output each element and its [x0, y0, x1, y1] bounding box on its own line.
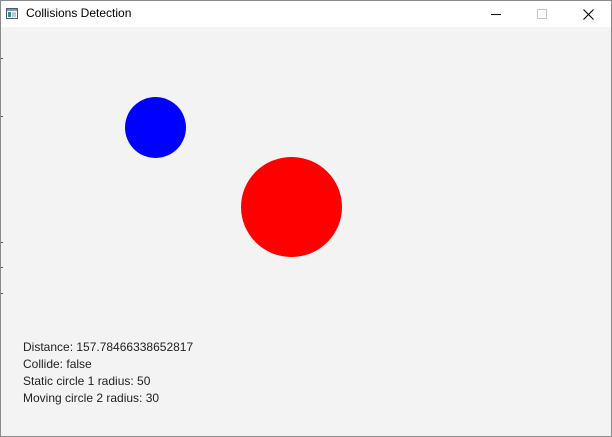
close-icon: [582, 8, 594, 20]
edge-tick: [1, 267, 3, 268]
app-window: Collisions Detection Distance: 157.78466…: [0, 0, 612, 437]
moving-circle[interactable]: [125, 97, 186, 158]
close-button[interactable]: [565, 1, 611, 27]
edge-tick: [1, 58, 3, 59]
static-circle: [241, 157, 342, 257]
maximize-button[interactable]: [519, 1, 565, 27]
static-radius-label: Static circle 1 radius: 50: [23, 374, 151, 388]
edge-tick: [1, 242, 3, 243]
collide-label: Collide: false: [23, 357, 92, 371]
maximize-icon: [537, 9, 547, 19]
scene-canvas[interactable]: Distance: 157.78466338652817 Collide: fa…: [1, 27, 611, 436]
title-bar[interactable]: Collisions Detection: [1, 1, 611, 27]
distance-label: Distance: 157.78466338652817: [23, 340, 194, 354]
minimize-icon: [491, 14, 501, 15]
edge-tick: [1, 293, 3, 294]
minimize-button[interactable]: [473, 1, 519, 27]
app-window-icon: [6, 8, 18, 19]
edge-tick: [1, 116, 3, 117]
window-title: Collisions Detection: [26, 6, 132, 20]
moving-radius-label: Moving circle 2 radius: 30: [23, 391, 160, 405]
